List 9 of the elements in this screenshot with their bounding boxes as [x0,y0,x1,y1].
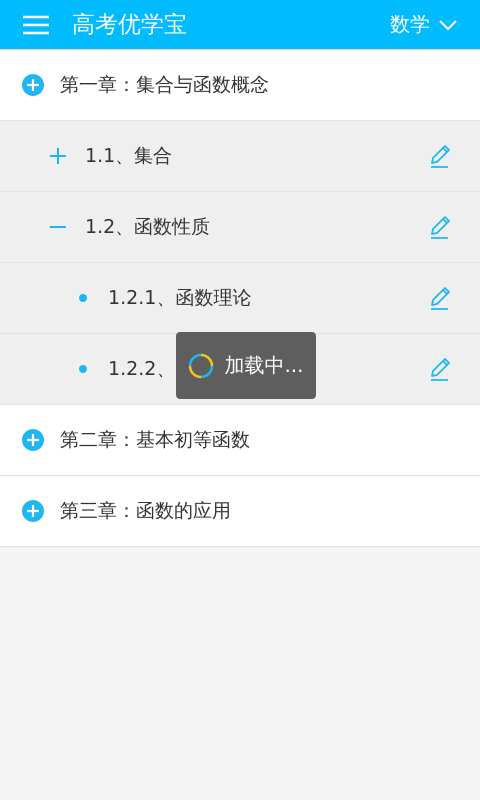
subsection-title: 1.2.2、 [108,357,176,382]
subsection-title: 1.2.1、函数理论 [108,286,252,311]
section-title: 1.1、集合 [85,144,172,169]
section-title: 1.2、函数性质 [85,215,210,240]
loading-text: 加载中... [224,352,304,379]
chapter-title: 第一章：集合与函数概念 [60,73,269,98]
chapter-title: 第二章：基本初等函数 [60,428,250,453]
app-title: 高考优学宝 [72,11,188,40]
chapter-title: 第三章：函数的应用 [60,499,231,524]
